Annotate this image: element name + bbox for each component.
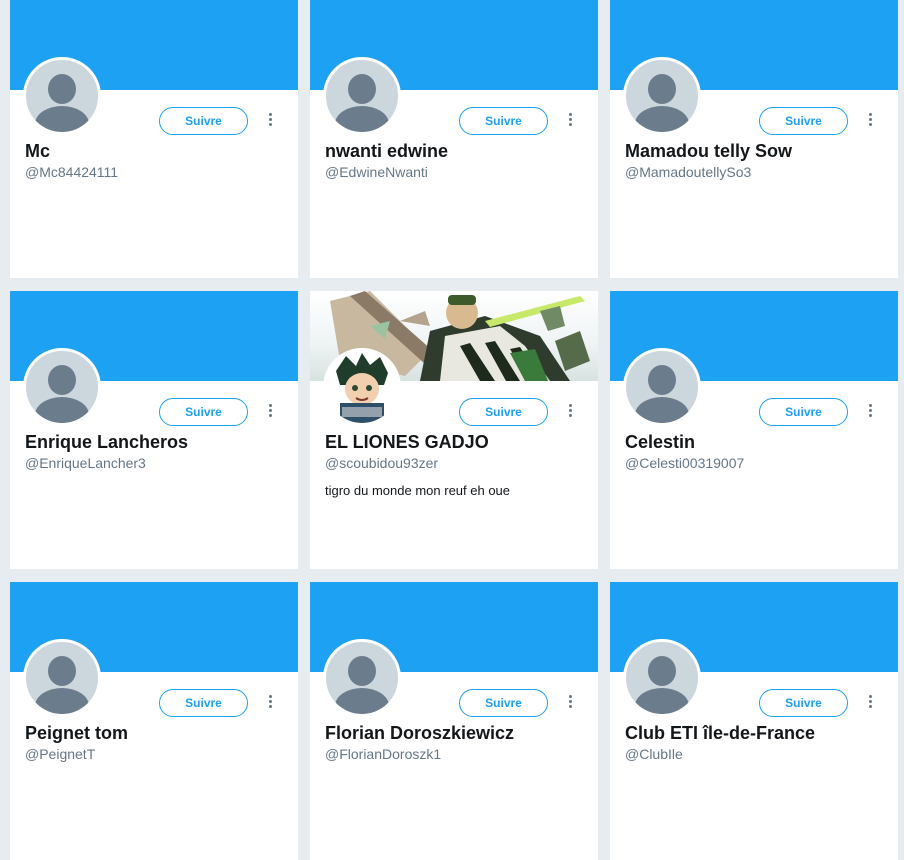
anime-character-avatar[interactable] xyxy=(323,348,401,426)
more-options-icon[interactable] xyxy=(566,403,574,421)
user-card[interactable]: Suivre Mamadou telly Sow @MamadoutellySo… xyxy=(610,0,898,278)
user-card[interactable]: Suivre Florian Doroszkiewicz @FlorianDor… xyxy=(310,582,598,860)
more-options-icon[interactable] xyxy=(866,694,874,712)
user-card[interactable]: Suivre Peignet tom @PeignetT xyxy=(10,582,298,860)
user-card[interactable]: Suivre Mc @Mc84424111 xyxy=(10,0,298,278)
default-avatar-icon[interactable] xyxy=(623,639,701,717)
user-name[interactable]: Celestin xyxy=(625,432,695,453)
default-avatar-icon[interactable] xyxy=(323,639,401,717)
follow-button[interactable]: Suivre xyxy=(459,689,548,717)
more-options-icon[interactable] xyxy=(266,694,274,712)
user-handle: @ClubIle xyxy=(625,746,683,762)
user-name[interactable]: Mc xyxy=(25,141,50,162)
user-name[interactable]: Mamadou telly Sow xyxy=(625,141,792,162)
follow-button[interactable]: Suivre xyxy=(459,398,548,426)
follow-button[interactable]: Suivre xyxy=(759,689,848,717)
default-avatar-icon[interactable] xyxy=(23,348,101,426)
default-avatar-icon[interactable] xyxy=(23,639,101,717)
user-handle: @Celesti00319007 xyxy=(625,455,745,471)
default-avatar-icon[interactable] xyxy=(323,57,401,135)
follow-button[interactable]: Suivre xyxy=(759,107,848,135)
default-avatar-icon[interactable] xyxy=(623,57,701,135)
more-options-icon[interactable] xyxy=(566,112,574,130)
user-name[interactable]: Peignet tom xyxy=(25,723,128,744)
user-handle: @MamadoutellySo3 xyxy=(625,164,752,180)
follow-button[interactable]: Suivre xyxy=(159,107,248,135)
user-name[interactable]: Enrique Lancheros xyxy=(25,432,188,453)
user-card[interactable]: Suivre EL LIONES GADJO @scoubidou93zer t… xyxy=(310,291,598,569)
user-name[interactable]: Club ETI île-de-France xyxy=(625,723,815,744)
user-card[interactable]: Suivre Celestin @Celesti00319007 xyxy=(610,291,898,569)
user-bio: tigro du monde mon reuf eh oue xyxy=(325,483,511,498)
user-handle: @PeignetT xyxy=(25,746,96,762)
follow-button[interactable]: Suivre xyxy=(759,398,848,426)
user-card[interactable]: Suivre Club ETI île-de-France @ClubIle xyxy=(610,582,898,860)
follow-button[interactable]: Suivre xyxy=(159,398,248,426)
user-handle: @Mc84424111 xyxy=(25,164,119,180)
user-card[interactable]: Suivre Enrique Lancheros @EnriqueLancher… xyxy=(10,291,298,569)
user-handle: @scoubidou93zer xyxy=(325,455,439,471)
more-options-icon[interactable] xyxy=(266,112,274,130)
user-name[interactable]: Florian Doroszkiewicz xyxy=(325,723,514,744)
user-handle: @FlorianDoroszk1 xyxy=(325,746,442,762)
user-card[interactable]: Suivre nwanti edwine @EdwineNwanti xyxy=(310,0,598,278)
more-options-icon[interactable] xyxy=(566,694,574,712)
more-options-icon[interactable] xyxy=(866,112,874,130)
user-name[interactable]: nwanti edwine xyxy=(325,141,448,162)
follow-button[interactable]: Suivre xyxy=(459,107,548,135)
more-options-icon[interactable] xyxy=(266,403,274,421)
user-handle: @EnriqueLancher3 xyxy=(25,455,146,471)
follow-button[interactable]: Suivre xyxy=(159,689,248,717)
user-handle: @EdwineNwanti xyxy=(325,164,428,180)
default-avatar-icon[interactable] xyxy=(623,348,701,426)
more-options-icon[interactable] xyxy=(866,403,874,421)
user-card-grid: Suivre Mc @Mc84424111 Suivre nwanti edwi… xyxy=(10,0,898,860)
default-avatar-icon[interactable] xyxy=(23,57,101,135)
user-name[interactable]: EL LIONES GADJO xyxy=(325,432,489,453)
